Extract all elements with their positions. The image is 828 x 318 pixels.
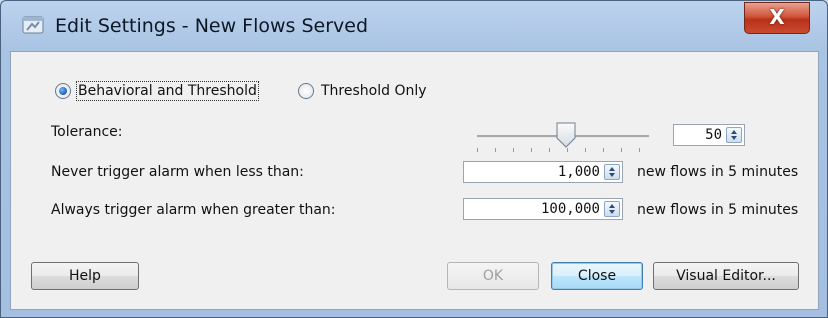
slider-tick — [477, 148, 478, 152]
radio-threshold-only[interactable] — [298, 83, 314, 99]
spinner-arrows-icon[interactable] — [604, 164, 620, 180]
always-trigger-unit: new flows in 5 minutes — [637, 202, 799, 218]
slider-tick — [603, 148, 604, 152]
slider-tick — [567, 148, 568, 152]
visual-editor-button[interactable]: Visual Editor... — [653, 262, 799, 290]
title-bar[interactable]: Edit Settings - New Flows Served X — [1, 1, 827, 51]
always-trigger-value[interactable]: 100,000 — [541, 201, 600, 217]
tolerance-value[interactable]: 50 — [705, 127, 722, 143]
slider-tick — [531, 148, 532, 152]
settings-window-icon — [21, 13, 45, 37]
spinner-arrows-icon[interactable] — [604, 201, 620, 217]
radio-selected-dot — [59, 87, 67, 95]
never-trigger-unit: new flows in 5 minutes — [637, 164, 799, 180]
radio-label-behavioral-and-threshold[interactable]: Behavioral and Threshold — [76, 81, 259, 101]
window-title: Edit Settings - New Flows Served — [55, 15, 369, 37]
spinner-arrows-icon[interactable] — [726, 127, 742, 143]
tolerance-label: Tolerance: — [51, 124, 123, 140]
close-button[interactable]: Close — [551, 262, 643, 290]
slider-tick — [495, 148, 496, 152]
close-icon: X — [769, 5, 785, 29]
always-trigger-label: Always trigger alarm when greater than: — [51, 202, 336, 218]
never-trigger-value[interactable]: 1,000 — [558, 164, 600, 180]
radio-label-threshold-only[interactable]: Threshold Only — [321, 83, 427, 99]
window-close-button[interactable]: X — [744, 2, 810, 34]
dialog-window: Edit Settings - New Flows Served X Behav… — [0, 0, 828, 318]
slider-tick — [585, 148, 586, 152]
tolerance-slider[interactable] — [473, 122, 653, 154]
slider-tick — [621, 148, 622, 152]
radio-behavioral-and-threshold[interactable] — [55, 83, 71, 99]
never-trigger-spinner[interactable]: 1,000 — [463, 161, 623, 183]
ok-button[interactable]: OK — [447, 262, 539, 290]
slider-tick — [549, 148, 550, 152]
slider-thumb[interactable] — [555, 122, 577, 148]
help-button[interactable]: Help — [31, 262, 139, 290]
slider-tick — [639, 148, 640, 152]
settings-panel: Behavioral and Threshold Threshold Only … — [10, 51, 819, 310]
tolerance-spinner[interactable]: 50 — [673, 124, 745, 146]
always-trigger-spinner[interactable]: 100,000 — [463, 198, 623, 220]
never-trigger-label: Never trigger alarm when less than: — [51, 164, 304, 180]
slider-tick — [513, 148, 514, 152]
